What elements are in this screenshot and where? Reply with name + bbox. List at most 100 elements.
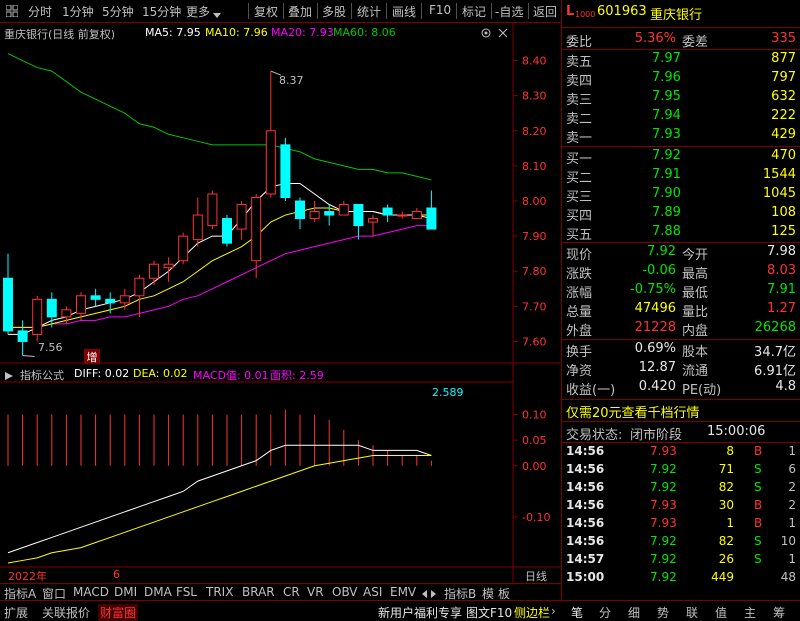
candle-body[interactable] — [265, 130, 276, 195]
stock-code[interactable]: 601963 — [597, 4, 647, 19]
period-tab-1min[interactable]: 1分钟 — [62, 3, 94, 20]
candle-body[interactable] — [76, 295, 86, 314]
bid-row[interactable]: 买五 7.88 125 — [562, 223, 800, 243]
candle-body[interactable] — [134, 277, 145, 297]
candle-body[interactable] — [324, 211, 335, 216]
stat-row[interactable]: 涨幅 -0.75% 最低 7.91 — [562, 281, 800, 301]
kline-chart[interactable]: 8.40 8.30 8.20 8.10 8.00 7.90 7.80 7.70 7.60 0.1… — [0, 23, 561, 583]
tab-dmi[interactable]: DMI — [114, 585, 137, 599]
tab-bi[interactable]: 笔 — [571, 604, 583, 621]
candle-body[interactable] — [17, 330, 28, 342]
sidebar-tab[interactable]: 侧边栏 — [514, 604, 550, 621]
stock-name[interactable]: 重庆银行 — [650, 4, 702, 23]
statistics-button[interactable]: 统计 — [357, 3, 381, 20]
collapse-icon[interactable]: › — [551, 604, 556, 618]
tab-obv[interactable]: OBV — [332, 585, 358, 599]
tab-emv[interactable]: EMV — [390, 585, 416, 599]
tab-zhi[interactable]: 值 — [715, 604, 727, 621]
bid-row[interactable]: 买四 7.89 108 — [562, 204, 800, 224]
bid-row[interactable]: 买二 7.91 1544 — [562, 166, 800, 186]
ask-row[interactable]: 卖四 7.96 797 — [562, 69, 800, 89]
fundamental-row[interactable]: 收益(一) 0.420 PE(动) 4.8 — [562, 378, 800, 398]
candle-body[interactable] — [411, 211, 422, 220]
candle-body[interactable] — [295, 200, 305, 220]
candle-body[interactable] — [222, 218, 232, 244]
indicator-name[interactable]: 指标公式 — [20, 367, 64, 383]
stat-row[interactable]: 总量 47496 量比 1.27 — [562, 300, 800, 320]
tab-trix[interactable]: TRIX — [206, 585, 233, 599]
tab-lian[interactable]: 联 — [686, 604, 698, 621]
chevron-down-icon[interactable] — [213, 8, 221, 22]
tab-chou[interactable]: 筹 — [773, 604, 785, 621]
menu-grid-icon[interactable] — [5, 4, 19, 18]
tick-list[interactable]: 14:56 7.93 8 B 1 14:56 7.92 71 S 6 14:56 7.92 82 S 2 14… — [562, 443, 800, 588]
period-tab-fenshi[interactable]: 分时 — [28, 3, 52, 20]
premium-promo-link[interactable]: 仅需20元查看千档行情 — [566, 402, 700, 421]
fundamental-row[interactable]: 净资 12.87 流通 6.91亿 — [562, 359, 800, 379]
candle-body[interactable] — [3, 277, 13, 332]
add-watchlist-button[interactable]: -自选 — [495, 3, 523, 20]
new-user-promo[interactable]: 新用户福利专享 — [378, 604, 462, 621]
candle-body[interactable] — [207, 193, 218, 227]
candle-body[interactable] — [105, 298, 116, 304]
stat-row[interactable]: 外盘 21228 内盘 26268 — [562, 319, 800, 339]
add-shares-marker[interactable]: 增 — [84, 349, 100, 364]
candle-body[interactable] — [32, 298, 43, 335]
candle-body[interactable] — [309, 211, 320, 220]
candle-body[interactable] — [236, 204, 247, 230]
candle-body[interactable] — [397, 214, 408, 217]
bid-row[interactable]: 买三 7.90 1045 — [562, 185, 800, 205]
stat-row[interactable]: 涨跌 -0.06 最高 8.03 — [562, 262, 800, 282]
tab-asi[interactable]: ASI — [363, 585, 382, 599]
tab-fen[interactable]: 分 — [599, 604, 611, 621]
wealth-circle-tab[interactable]: 财富圈 — [98, 604, 139, 621]
indicator-arrow-icon[interactable] — [5, 369, 13, 383]
f10-button[interactable]: F10 — [429, 3, 451, 17]
candle-body[interactable] — [368, 218, 378, 223]
candle-body[interactable] — [149, 263, 159, 279]
multi-stock-button[interactable]: 多股 — [322, 3, 346, 20]
candle-body[interactable] — [90, 295, 101, 300]
bid-row[interactable]: 买一 7.92 470 — [562, 147, 800, 167]
tab-dma[interactable]: DMA — [144, 585, 172, 599]
period-tab-15min[interactable]: 15分钟 — [142, 3, 181, 20]
stat-row[interactable]: 现价 7.92 今开 7.98 — [562, 243, 800, 263]
tab-xi[interactable]: 细 — [628, 604, 640, 621]
settings-icon[interactable] — [480, 27, 492, 42]
tab-brar[interactable]: BRAR — [242, 585, 275, 599]
related-quote-tab[interactable]: 关联报价 — [42, 604, 90, 621]
overlay-button[interactable]: 叠加 — [288, 3, 312, 20]
ask-row[interactable]: 卖三 7.95 632 — [562, 88, 800, 108]
expand-tab[interactable]: 扩展 — [4, 604, 28, 621]
candle-body[interactable] — [353, 204, 364, 227]
candle-body[interactable] — [178, 235, 189, 262]
candle-body[interactable] — [280, 144, 291, 198]
tab-cr[interactable]: CR — [283, 585, 300, 599]
period-tab-more[interactable]: 更多 — [186, 3, 210, 20]
period-tab-5min[interactable]: 5分钟 — [102, 3, 134, 20]
tab-vr[interactable]: VR — [307, 585, 324, 599]
tab-shi[interactable]: 势 — [657, 604, 669, 621]
fundamental-row[interactable]: 换手 0.69% 股本 34.7亿 — [562, 340, 800, 360]
candle-body[interactable] — [163, 263, 174, 269]
ask-row[interactable]: 卖五 7.97 877 — [562, 50, 800, 70]
close-icon[interactable] — [497, 27, 509, 42]
candle-body[interactable] — [119, 295, 130, 304]
candle-body[interactable] — [382, 207, 393, 216]
fuquan-button[interactable]: 复权 — [254, 3, 278, 20]
candle-body[interactable] — [61, 309, 72, 318]
candle-body[interactable] — [338, 204, 349, 216]
ask-row[interactable]: 卖一 7.93 429 — [562, 126, 800, 146]
draw-line-button[interactable]: 画线 — [392, 3, 416, 20]
ask-row[interactable]: 卖二 7.94 222 — [562, 107, 800, 127]
candle-body[interactable] — [46, 298, 57, 318]
candle-body[interactable] — [426, 207, 437, 230]
tab-macd[interactable]: MACD — [73, 585, 109, 599]
graphic-f10-tab[interactable]: 图文F10 — [466, 604, 512, 621]
mark-button[interactable]: 标记 — [462, 3, 486, 20]
candle-body[interactable] — [251, 196, 262, 262]
tab-zhu[interactable]: 主 — [744, 604, 756, 621]
back-button[interactable]: 返回 — [533, 3, 557, 20]
candle-body[interactable] — [192, 214, 203, 241]
tab-fsl[interactable]: FSL — [176, 585, 197, 599]
